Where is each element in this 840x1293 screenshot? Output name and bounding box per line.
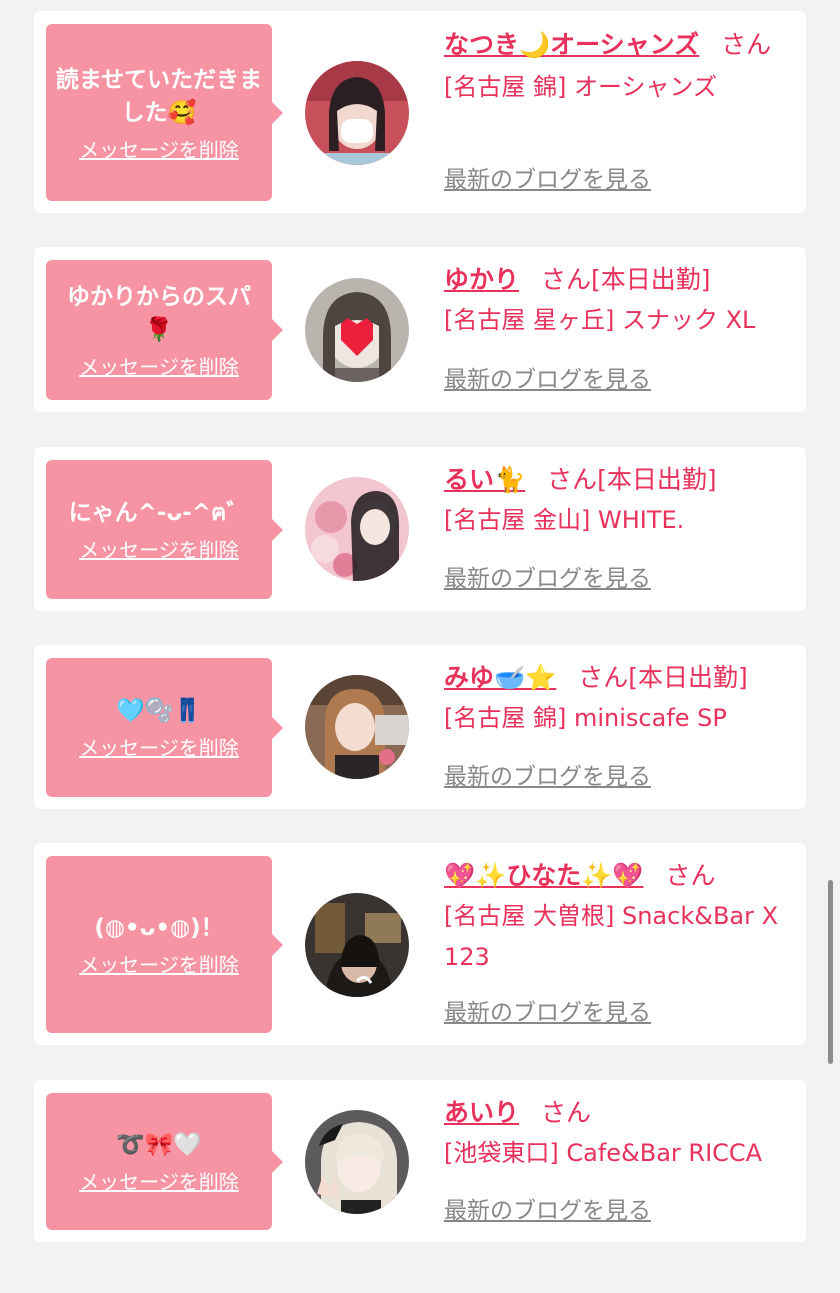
profile-info: みゆ🥣⭐ さん[本日出勤] [名古屋 錦] miniscafe SP [444,660,792,739]
message-text: (◍•ᴗ•◍)！ [94,915,224,941]
status-text: [本日出勤] [628,663,748,692]
list-item: (◍•ᴗ•◍)！ メッセージを削除 💖✨ひなた✨💖 さん [名古屋 大曽根] Sn… [34,843,806,1045]
name-line: ゆかり さん[本日出勤] [444,262,792,297]
avatar[interactable] [305,61,409,165]
honorific: さん [578,663,629,692]
profile-name-link[interactable]: るい🐈 [444,465,525,494]
profile-info: 💖✨ひなた✨💖 さん [名古屋 大曽根] Snack&Bar X 123 [444,858,792,978]
list-item: にゃん^-ᴗ-^ฅ゛ メッセージを削除 るい🐈 さん[本日出勤] [名古屋 金山]… [34,447,806,611]
list-item: ゆかりからのスパ🌹 メッセージを削除 ゆかり さん[本日出勤] [名古屋 星ヶ丘]… [34,247,806,412]
latest-blog-link[interactable]: 最新のブログを見る [444,565,651,593]
shop-name: [名古屋 錦] miniscafe SP [444,704,727,732]
latest-blog-link[interactable]: 最新のブログを見る [444,999,651,1027]
status-text: [本日出勤] [591,265,711,294]
name-line: なつき🌙オーシャンズ さん [444,27,792,62]
avatar-photo [305,675,409,779]
delete-message-link[interactable]: メッセージを削除 [79,736,239,760]
avatar-photo [305,61,409,165]
shop-name: [名古屋 大曽根] Snack&Bar X 123 [444,902,779,971]
list-item: 読ませていただきました🥰 メッセージを削除 なつき🌙オーシャンズ さん [名古屋 … [34,11,806,213]
honorific: さん [547,465,598,494]
message-bubble: ゆかりからのスパ🌹 メッセージを削除 [46,260,283,400]
message-bubble: (◍•ᴗ•◍)！ メッセージを削除 [46,856,283,1033]
avatar-photo [305,278,409,382]
message-text: にゃん^-ᴗ-^ฅ゛ [68,500,250,526]
latest-blog-link[interactable]: 最新のブログを見る [444,763,651,791]
profile-info: るい🐈 さん[本日出勤] [名古屋 金山] WHITE. [444,462,792,541]
profile-info: なつき🌙オーシャンズ さん [名古屋 錦] オーシャンズ [444,27,792,108]
profile-info: ゆかり さん[本日出勤] [名古屋 星ヶ丘] スナック XL [444,262,792,341]
delete-message-link[interactable]: メッセージを削除 [79,138,239,162]
profile-name-link[interactable]: なつき🌙オーシャンズ [444,30,699,59]
vertical-scrollbar[interactable] [828,880,833,1064]
honorific: さん [665,861,716,890]
name-line: 💖✨ひなた✨💖 さん [444,858,792,893]
honorific: さん [541,265,592,294]
delete-message-link[interactable]: メッセージを削除 [79,1170,239,1194]
avatar-photo [305,477,409,581]
profile-info: あいり さん [池袋東口] Cafe&Bar RICCA [444,1095,792,1174]
latest-blog-link[interactable]: 最新のブログを見る [444,366,651,394]
message-text: ➰🎀🤍 [116,1132,202,1158]
avatar[interactable] [305,1110,409,1214]
message-bubble: ➰🎀🤍 メッセージを削除 [46,1093,283,1230]
message-text: ゆかりからのスパ🌹 [67,284,251,343]
honorific: さん [541,1098,592,1127]
delete-message-link[interactable]: メッセージを削除 [79,538,239,562]
latest-blog-link[interactable]: 最新のブログを見る [444,166,651,194]
shop-name: [名古屋 星ヶ丘] スナック XL [444,306,756,334]
profile-name-link[interactable]: ゆかり [444,265,519,294]
avatar-photo [305,1110,409,1214]
message-bubble: 🩵🫧👖 メッセージを削除 [46,658,283,797]
name-line: るい🐈 さん[本日出勤] [444,462,792,497]
avatar[interactable] [305,675,409,779]
list-item: 🩵🫧👖 メッセージを削除 みゆ🥣⭐ さん[本日出勤] [名古屋 錦] minisc… [34,645,806,809]
shop-name: [名古屋 錦] オーシャンズ [444,73,718,101]
shop-name: [池袋東口] Cafe&Bar RICCA [444,1139,763,1167]
honorific: さん [721,30,772,59]
delete-message-link[interactable]: メッセージを削除 [79,355,239,379]
avatar-photo [305,893,409,997]
profile-name-link[interactable]: みゆ🥣⭐ [444,663,556,692]
avatar[interactable] [305,278,409,382]
profile-name-link[interactable]: 💖✨ひなた✨💖 [444,861,644,890]
message-text: 読ませていただきました🥰 [55,66,263,126]
message-text: 🩵🫧👖 [116,698,202,724]
status-text: [本日出勤] [597,465,717,494]
delete-message-link[interactable]: メッセージを削除 [79,953,239,977]
avatar[interactable] [305,477,409,581]
list-item: ➰🎀🤍 メッセージを削除 あいり さん [池袋東口] Cafe&Bar RICCA… [34,1080,806,1242]
message-bubble: にゃん^-ᴗ-^ฅ゛ メッセージを削除 [46,460,283,599]
latest-blog-link[interactable]: 最新のブログを見る [444,1197,651,1225]
profile-name-link[interactable]: あいり [444,1098,519,1127]
shop-name: [名古屋 金山] WHITE. [444,506,685,534]
message-bubble: 読ませていただきました🥰 メッセージを削除 [46,24,283,201]
name-line: みゆ🥣⭐ さん[本日出勤] [444,660,792,695]
message-list: 読ませていただきました🥰 メッセージを削除 なつき🌙オーシャンズ さん [名古屋 … [0,0,840,1293]
name-line: あいり さん [444,1095,792,1130]
avatar[interactable] [305,893,409,997]
